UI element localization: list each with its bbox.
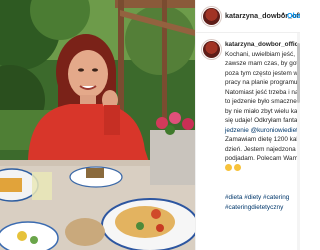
caption-line: się udaje! Odkryłam fanta [225, 117, 298, 124]
caption-username[interactable]: katarzyna_dowbor_official [225, 40, 300, 50]
caption-text: katarzyna_dowbor_official Kochani, uwiel… [225, 40, 300, 174]
post-photo[interactable] [0, 0, 195, 250]
caption-line: to jedzenie było smaczne, zd [225, 98, 300, 105]
smiley-emoji-icon [225, 164, 232, 172]
follow-button[interactable]: Obse [287, 11, 300, 20]
avatar[interactable] [203, 8, 220, 25]
caption-section: katarzyna_dowbor_official Kochani, uwiel… [196, 33, 300, 250]
caption-mention-line[interactable]: jedzenie @kuroniowiediety [225, 126, 300, 136]
scrollbar-thumb[interactable] [297, 43, 300, 103]
hashtags: #dieta #diety #catering #cateringdietety… [225, 193, 300, 213]
hashtag-line[interactable]: #dieta #diety #catering [225, 193, 300, 203]
scrollbar[interactable] [297, 33, 300, 250]
separator-dot: • [282, 11, 285, 18]
caption-line: by nie miało zbyt wielu kalor [225, 107, 300, 115]
caption-line: poza tym często jestem w tra [225, 69, 300, 77]
caption-line: pracy na planie programu. [225, 79, 300, 86]
hashtag-line[interactable]: #cateringdietetyczny [225, 203, 300, 213]
caption-line: podjadam. Polecam Wam ich [225, 155, 300, 162]
post-header: katarzyna_dowbor_offi • Obse [196, 0, 300, 33]
caption-avatar[interactable] [203, 41, 220, 58]
caption-line: Natomiast jeść trzeba i najle [225, 88, 300, 96]
post-side-panel: katarzyna_dowbor_offi • Obse katarzyna_d… [195, 0, 300, 250]
emoji-row [225, 164, 300, 174]
caption-line: dzień. Jestem najedzona i ni [225, 145, 300, 153]
caption-line: Zamawiam dietę 1200 kalori [225, 136, 300, 143]
caption-line: zawsze mam czas, by gotowa [225, 60, 300, 67]
smiley-emoji-icon [234, 164, 241, 172]
caption-line: Kochani, uwielbiam jeść, ale [225, 50, 300, 58]
photo-image [0, 0, 195, 250]
